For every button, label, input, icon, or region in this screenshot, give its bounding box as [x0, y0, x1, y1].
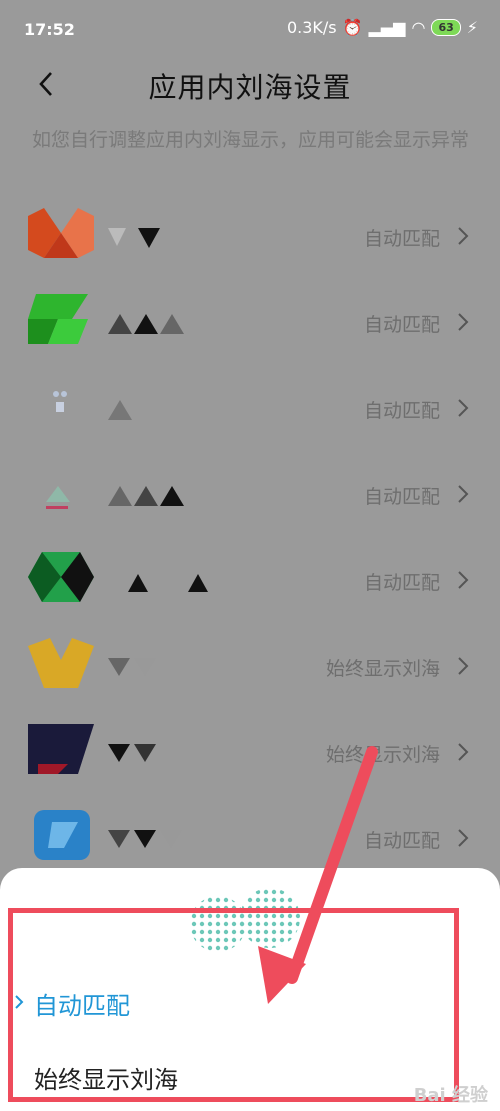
watermark-logo-icon: Bai 经验 [413, 1085, 488, 1106]
annotation-arrow-icon [258, 746, 378, 1004]
